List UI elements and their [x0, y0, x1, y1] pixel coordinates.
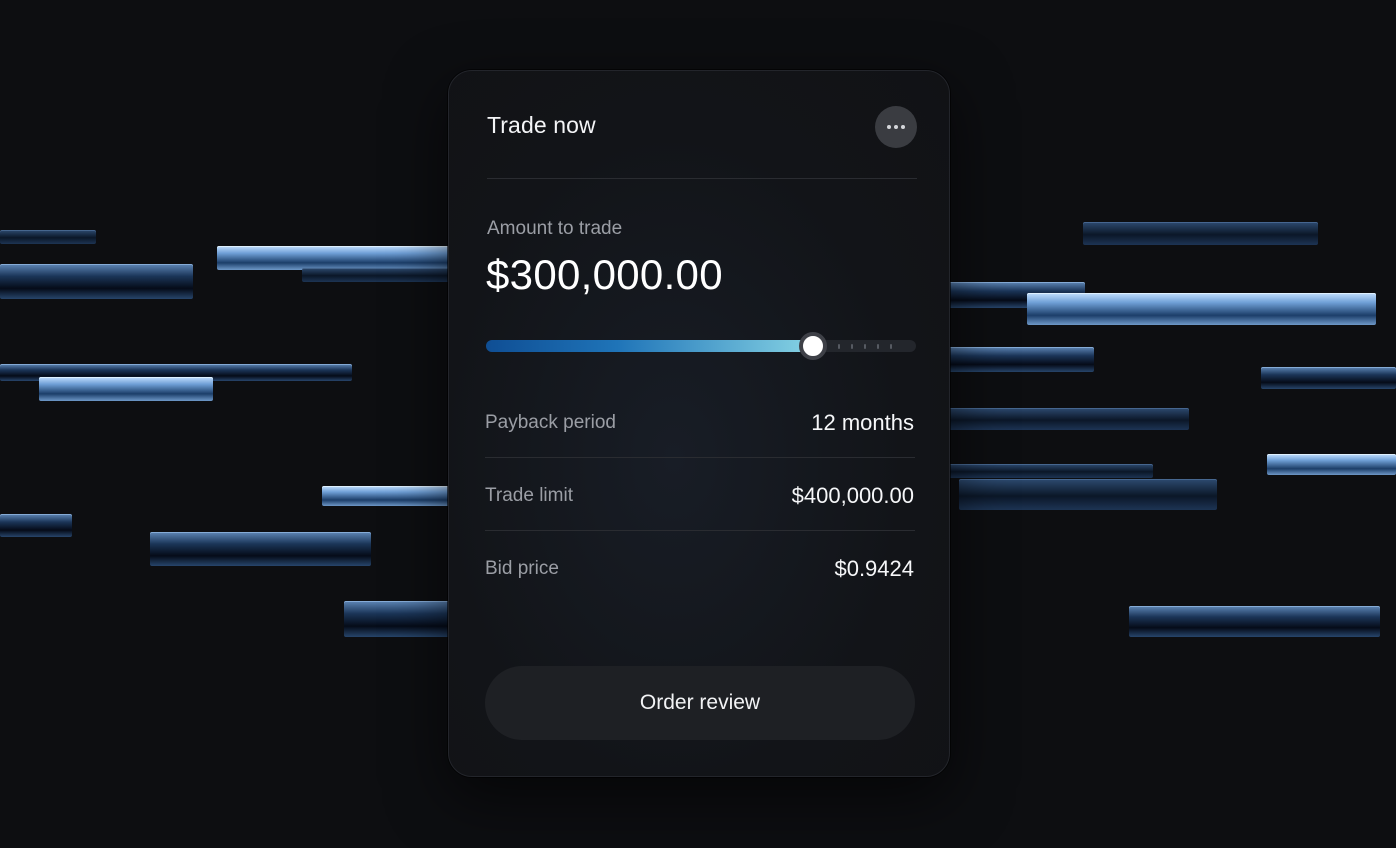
trade-limit-value: $400,000.00: [791, 483, 914, 508]
bid-price-label: Bid price: [485, 558, 559, 579]
decor-bar: [344, 601, 452, 637]
decor-bar: [1083, 222, 1318, 245]
payback-period-value: 12 months: [811, 410, 914, 435]
decor-bar: [946, 408, 1189, 430]
decor-bar: [959, 479, 1217, 510]
decor-bar: [0, 230, 96, 244]
card-title: Trade now: [487, 112, 596, 138]
decor-bar: [0, 264, 193, 299]
bid-price-value: $0.9424: [834, 556, 914, 581]
trade-screen: Trade now Amount to trade $300,000.00 Pa…: [0, 0, 1396, 848]
trade-card: Trade now Amount to trade $300,000.00 Pa…: [448, 70, 950, 777]
decor-bar: [322, 486, 452, 506]
slider-tick: [851, 344, 853, 349]
decor-bar: [1027, 293, 1376, 325]
row-divider: [485, 457, 915, 458]
decor-bar: [302, 268, 452, 282]
order-review-button[interactable]: Order review: [485, 666, 915, 740]
decor-bar: [217, 246, 452, 270]
decor-bar: [1261, 367, 1396, 389]
decor-bar: [1267, 454, 1396, 475]
amount-value: $300,000.00: [486, 251, 723, 298]
slider-tick: [890, 344, 892, 349]
row-divider: [485, 530, 915, 531]
slider-thumb[interactable]: [798, 332, 827, 360]
slider-fill: [486, 340, 813, 352]
decor-bar: [1129, 606, 1380, 637]
slider-tick: [864, 344, 866, 349]
amount-label: Amount to trade: [487, 218, 623, 239]
decor-bar: [946, 347, 1094, 372]
decor-bar: [150, 532, 371, 566]
amount-slider[interactable]: [486, 332, 916, 360]
decor-bar: [0, 514, 72, 537]
slider-tick: [838, 344, 840, 349]
decor-bar: [39, 377, 213, 401]
trade-limit-label: Trade limit: [485, 485, 573, 506]
more-options-button[interactable]: [875, 106, 917, 148]
header-divider: [487, 178, 917, 179]
decor-bar: [946, 464, 1153, 478]
slider-tick: [877, 344, 879, 349]
payback-period-label: Payback period: [485, 412, 616, 433]
more-horizontal-icon: [887, 125, 905, 129]
